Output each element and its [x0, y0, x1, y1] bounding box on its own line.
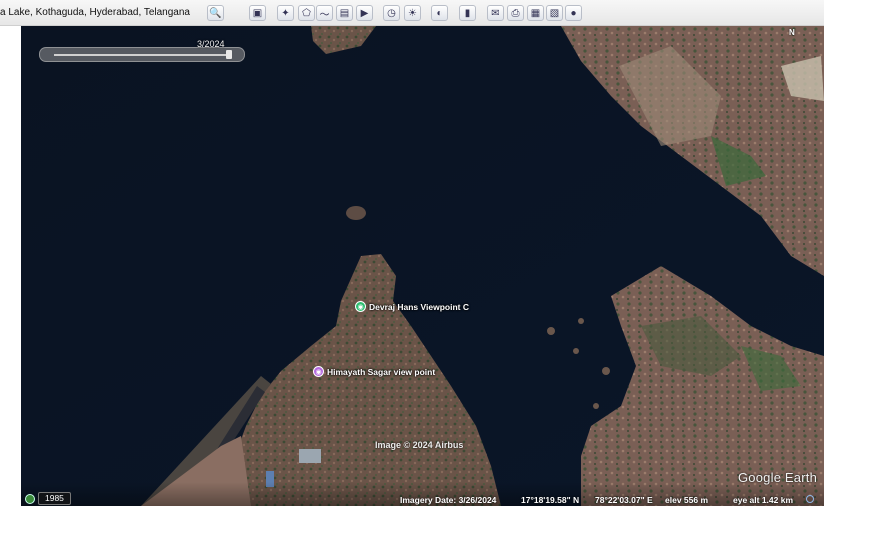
pushpin-icon: ✦: [281, 7, 290, 19]
maps-icon: ▧: [549, 7, 560, 19]
path-icon: 〜: [319, 9, 330, 21]
print-button[interactable]: ⎙: [507, 5, 524, 21]
ruler-icon: ▮: [464, 7, 471, 19]
globe-icon: ●: [570, 7, 577, 19]
email-button[interactable]: ✉: [487, 5, 504, 21]
historical-imagery-badge[interactable]: 1985: [25, 492, 71, 505]
polygon-icon: ⬠: [302, 7, 311, 19]
map-viewport[interactable]: 3/2024 N ◉ Devraj Hans Viewpoint C ◉ Him…: [21, 26, 824, 506]
ruler-button[interactable]: ▮: [459, 5, 476, 21]
longitude-readout: 78°22'03.07" E: [595, 495, 653, 505]
imagery-date: Imagery Date: 3/26/2024: [400, 495, 497, 505]
placemark-label: Devraj Hans Viewpoint C: [369, 301, 469, 312]
viewpoint-pin-icon: ◉: [355, 301, 366, 312]
magnifier-icon: 🔍: [209, 7, 222, 19]
eye-altitude-readout: eye alt 1.42 km: [733, 495, 794, 505]
search-button[interactable]: 🔍: [207, 5, 224, 21]
clock-icon: ◷: [387, 7, 396, 19]
viewpoint-pin-icon: ◉: [313, 366, 324, 377]
sidebar-toggle-button[interactable]: ▣: [249, 5, 266, 21]
tour-icon: ▶: [360, 7, 369, 19]
elevation-readout: elev 556 m: [665, 495, 709, 505]
historical-year: 1985: [38, 492, 71, 505]
time-slider-track: [54, 54, 230, 56]
add-placemark-button[interactable]: ✦: [277, 5, 294, 21]
latitude-readout: 17°18'19.58" N: [521, 495, 580, 505]
streaming-status-icon: [806, 495, 814, 503]
image-overlay-button[interactable]: ▤: [336, 5, 353, 21]
imagery-attribution: Image © 2024 Airbus: [375, 440, 464, 450]
satellite-imagery: [21, 26, 824, 506]
envelope-icon: ✉: [491, 7, 500, 19]
save-image-button[interactable]: ▦: [527, 5, 544, 21]
overlay-icon: ▤: [339, 7, 350, 19]
time-slider[interactable]: [39, 47, 245, 62]
printer-icon: ⎙: [511, 7, 520, 19]
record-tour-button[interactable]: ▶: [356, 5, 373, 21]
status-bar: 1985 Imagery Date: 3/26/2024 17°18'19.58…: [21, 482, 824, 506]
planet-icon: ◐: [436, 7, 443, 19]
placemark-label: Himayath Sagar view point: [327, 366, 436, 377]
globe-icon: [25, 493, 35, 504]
search-field[interactable]: a Lake, Kothaguda, Hyderabad, Telangana: [0, 4, 200, 22]
compass-north[interactable]: N: [789, 28, 795, 37]
time-slider-handle[interactable]: [226, 50, 232, 59]
time-slider-label: 3/2024: [197, 39, 225, 49]
sunlight-button[interactable]: ☀: [404, 5, 421, 21]
view-in-maps-button[interactable]: ▧: [546, 5, 563, 21]
toolbar: a Lake, Kothaguda, Hyderabad, Telangana …: [0, 0, 824, 26]
earth-gallery-button[interactable]: ●: [565, 5, 582, 21]
save-image-icon: ▦: [530, 7, 541, 19]
placemark-himayath-sagar[interactable]: ◉ Himayath Sagar view point: [313, 366, 435, 377]
sun-icon: ☀: [408, 7, 417, 19]
placemark-devraj-hans[interactable]: ◉ Devraj Hans Viewpoint C: [355, 301, 469, 312]
planets-button[interactable]: ◐: [431, 5, 448, 21]
sidebar-icon: ▣: [252, 7, 263, 19]
add-polygon-button[interactable]: ⬠: [298, 5, 315, 21]
add-path-button[interactable]: 〜: [316, 5, 333, 21]
historical-imagery-button[interactable]: ◷: [383, 5, 400, 21]
